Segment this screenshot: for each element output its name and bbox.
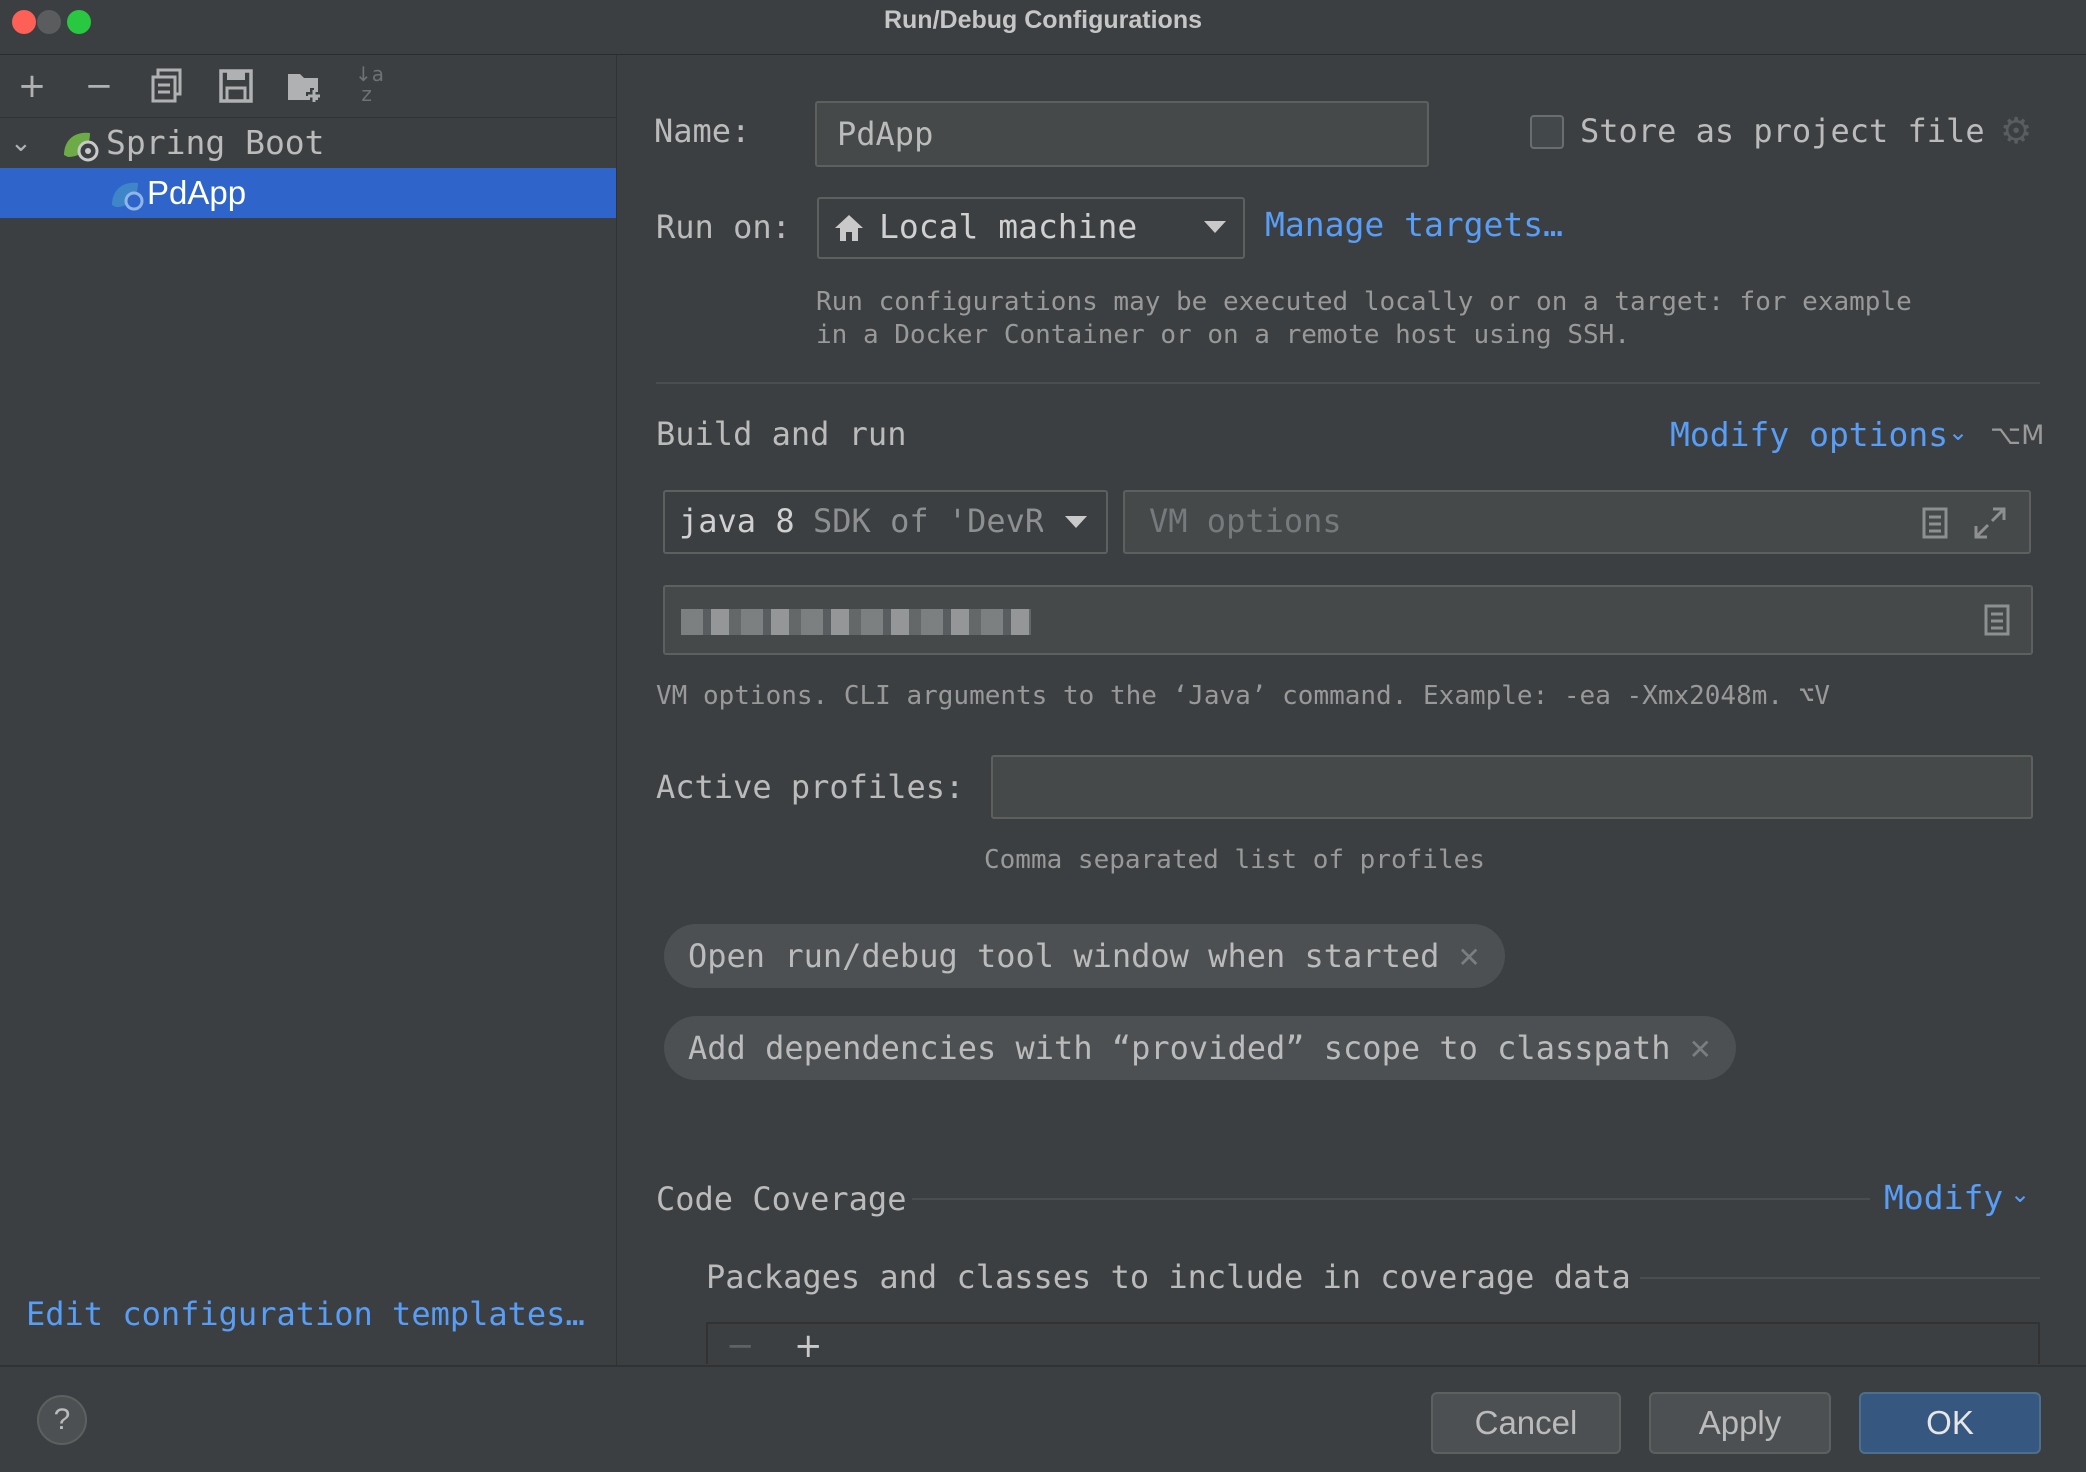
chevron-down-icon[interactable]: ⌄ [1948,418,1968,446]
ok-button[interactable]: OK [1859,1392,2041,1454]
run-on-label: Run on: [656,208,791,246]
copy-icon[interactable] [150,68,184,108]
tree-group-spring-boot[interactable]: ⌄ Spring Boot [0,118,616,168]
name-input[interactable]: PdApp [815,101,1429,167]
modify-options-shortcut: ⌥M [1990,420,2045,451]
close-icon[interactable]: ✕ [1689,1033,1712,1066]
expand-text-icon[interactable] [1983,603,2011,641]
jdk-main-value: java 8 [679,502,795,540]
separator [656,382,2040,384]
dropdown-arrow-icon [1204,221,1226,233]
tree-item-label: PdApp [147,174,247,211]
chevron-down-icon[interactable]: ⌄ [2010,1180,2030,1208]
configuration-sidebar [0,55,617,1365]
coverage-table [706,1322,2040,1364]
cancel-button[interactable]: Cancel [1431,1392,1621,1454]
spring-boot-run-icon [108,177,148,227]
chip-label: Open run/debug tool window when started [688,937,1440,975]
apply-button[interactable]: Apply [1649,1392,1831,1454]
run-on-hint-line-2: in a Docker Container or on a remote hos… [816,320,1630,350]
edit-templates-link[interactable]: Edit configuration templates… [26,1295,585,1333]
blurred-main-class [681,609,1031,635]
sort-alpha-icon[interactable]: ↓a z [355,64,384,104]
option-chip-open-tool-window[interactable]: Open run/debug tool window when started ✕ [664,924,1505,988]
close-icon[interactable]: ✕ [1457,941,1480,974]
code-coverage-title: Code Coverage [656,1180,907,1218]
option-chip-provided-scope[interactable]: Add dependencies with “provided” scope t… [664,1016,1737,1080]
modify-options-link[interactable]: Modify options [1670,415,1948,454]
vm-options-placeholder: VM options [1149,502,1342,540]
main-class-input[interactable] [663,585,2033,655]
store-as-project-file-checkbox[interactable] [1530,115,1564,149]
tree-item-pdapp[interactable]: PdApp [0,168,616,218]
coverage-add-button[interactable]: + [794,1326,823,1366]
coverage-packages-label: Packages and classes to include in cover… [706,1258,1631,1296]
coverage-modify-link[interactable]: Modify [1884,1178,2003,1217]
coverage-remove-button[interactable]: − [726,1326,755,1366]
new-folder-icon[interactable] [286,68,324,108]
chevron-down-icon[interactable]: ⌄ [10,118,32,168]
vm-options-input[interactable]: VM options [1123,490,2031,554]
save-icon[interactable] [218,68,254,108]
run-on-hint-line-1: Run configurations may be executed local… [816,287,1912,317]
name-input-value: PdApp [837,115,934,153]
maximize-icon[interactable] [1973,506,2007,544]
window-title: Run/Debug Configurations [883,6,1203,34]
jdk-dropdown[interactable]: java 8 SDK of 'DevRe [663,490,1108,554]
run-on-dropdown[interactable]: Local machine [817,197,1245,259]
profiles-hint: Comma separated list of profiles [984,845,1485,875]
expand-text-icon[interactable] [1921,506,1949,544]
help-button[interactable]: ? [37,1395,87,1445]
chip-label: Add dependencies with “provided” scope t… [688,1029,1671,1067]
manage-targets-link[interactable]: Manage targets… [1265,205,1563,244]
add-icon[interactable]: + [12,66,52,106]
gear-icon[interactable]: ⚙ [2000,112,2032,152]
vm-options-hint: VM options. CLI arguments to the ‘Java’ … [656,681,1830,711]
separator [1640,1277,2040,1279]
separator [912,1198,1870,1200]
active-profiles-label: Active profiles: [656,768,965,806]
run-on-value: Local machine [879,207,1138,246]
dropdown-arrow-icon [1065,516,1087,528]
store-as-project-file-label: Store as project file [1580,112,1985,150]
name-label: Name: [654,112,751,150]
jdk-sub-value: SDK of 'DevRe [813,502,1043,540]
build-and-run-title: Build and run [656,415,907,453]
remove-icon[interactable]: − [79,66,119,106]
tree-group-label: Spring Boot [106,123,325,162]
active-profiles-input[interactable] [991,755,2033,819]
home-icon [833,212,865,248]
